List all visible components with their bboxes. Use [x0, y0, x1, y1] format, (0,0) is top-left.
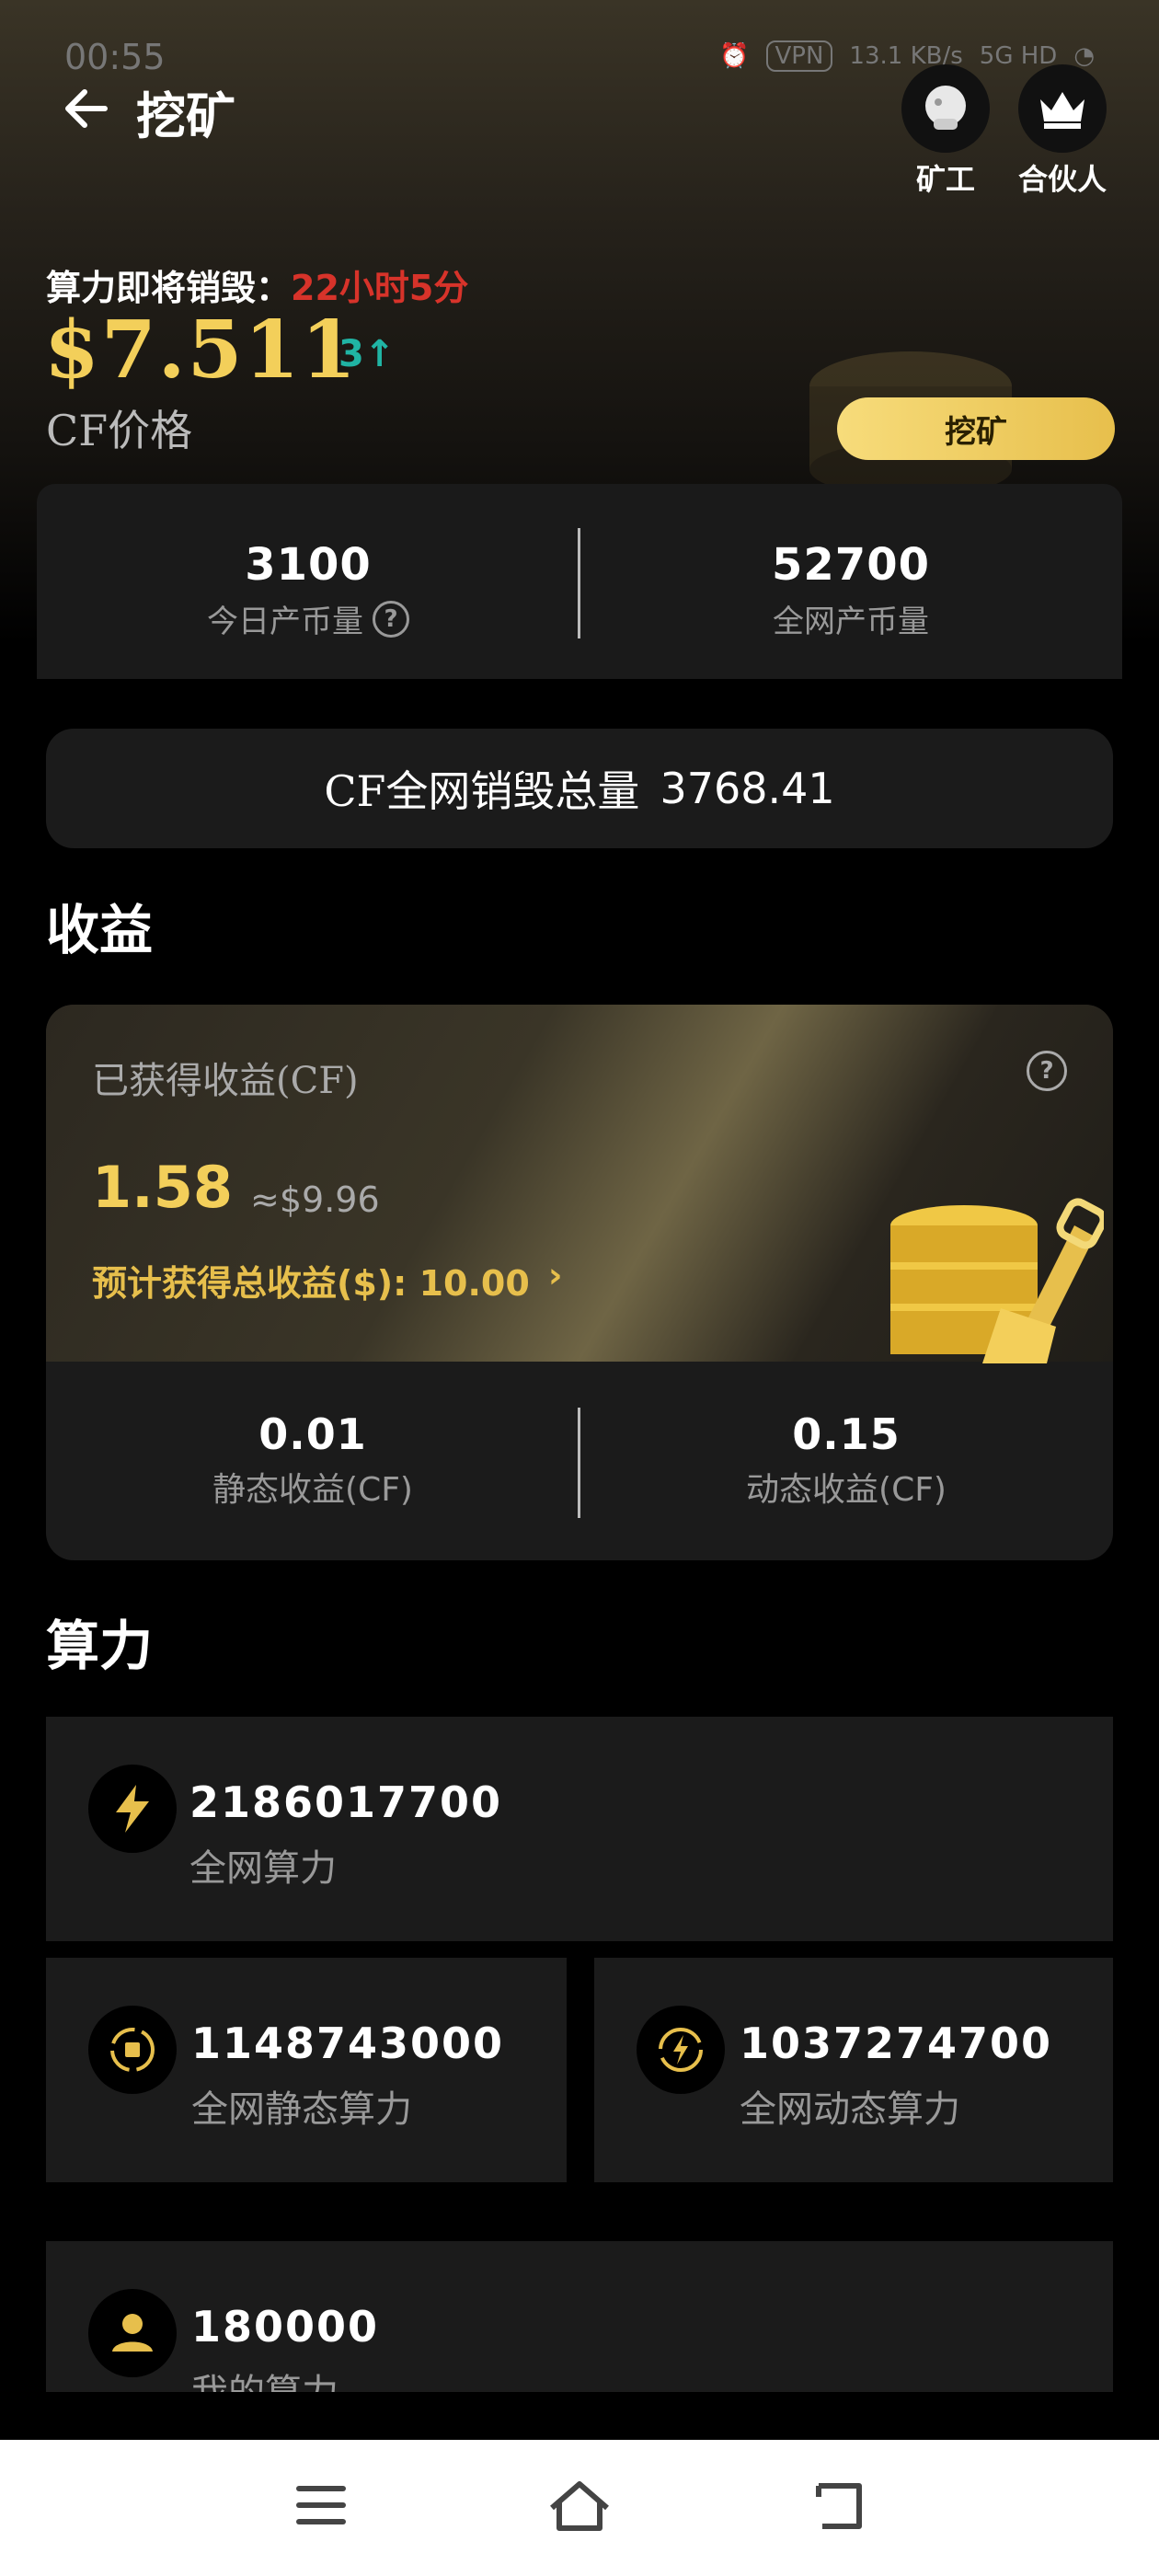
burn-total-label: CF全网销毁总量 — [324, 766, 640, 816]
partner-label: 合伙人 — [1017, 162, 1107, 197]
status-time: 00:55 — [64, 37, 166, 77]
crown-icon — [1018, 64, 1107, 153]
earnings-section-title: 收益 — [46, 899, 154, 961]
power-section-title: 算力 — [46, 1615, 154, 1677]
back-arrow-icon[interactable] — [61, 81, 116, 136]
static-power-label: 全网静态算力 — [191, 2088, 412, 2131]
my-power-label: 我的算力 — [191, 2363, 379, 2392]
miner-avatar-icon — [901, 64, 990, 153]
network-output: 52700 全网产币量 — [580, 539, 1122, 641]
burn-countdown: 算力即将销毁：22小时5分 — [46, 259, 468, 310]
my-power-card: 180000 我的算力 — [46, 2241, 1113, 2392]
total-power-value: 2186017700 — [189, 1777, 503, 1827]
static-earnings-label: 静态收益(CF) — [212, 1471, 413, 1509]
static-power-card: 1148743000 全网静态算力 — [46, 1958, 567, 2182]
system-nav-bar — [0, 2440, 1159, 2576]
partner-button[interactable]: 合伙人 — [1016, 64, 1108, 199]
dynamic-power-icon — [637, 2006, 725, 2094]
today-output-label: 今日产币量 — [207, 604, 363, 640]
menu-icon[interactable] — [293, 2480, 351, 2532]
static-power-value: 1148743000 — [191, 2018, 505, 2068]
cf-price: $7.511 — [44, 304, 359, 397]
network-output-value: 52700 — [772, 539, 930, 591]
dynamic-power-value: 1037274700 — [740, 2018, 1053, 2068]
dynamic-earnings-value: 0.15 — [792, 1409, 901, 1459]
network-output-label: 全网产币量 — [773, 604, 929, 640]
estimated-earnings-text: 预计获得总收益($): 10.00 — [92, 1263, 530, 1304]
earnings-card: 已获得收益(CF) ? 1.58 ≈$9.96 预计获得总收益($): 10.0… — [46, 1005, 1113, 1560]
burn-total-value: 3768.41 — [660, 764, 835, 813]
earned-usd: ≈$9.96 — [250, 1179, 380, 1220]
dynamic-power-label: 全网动态算力 — [740, 2088, 960, 2131]
miner-label: 矿工 — [915, 162, 975, 197]
total-power-card: 2186017700 全网算力 — [46, 1717, 1113, 1941]
help-icon[interactable]: ? — [373, 600, 409, 638]
earned-label: 已获得收益(CF) — [92, 1060, 359, 1102]
lightning-icon — [88, 1765, 177, 1853]
burn-countdown-label: 算力即将销毁： — [46, 268, 292, 308]
static-earnings-value: 0.01 — [258, 1409, 367, 1459]
coin-shovel-icon — [890, 1198, 1104, 1363]
today-output-value: 3100 — [245, 539, 372, 591]
vpn-badge: VPN — [765, 40, 833, 72]
coin-output-card: 3100 今日产币量? 52700 全网产币量 — [37, 484, 1122, 679]
page-title: 挖矿 — [136, 87, 235, 145]
earnings-help-icon[interactable]: ? — [1027, 1051, 1067, 1091]
total-power-label: 全网算力 — [189, 1847, 337, 1890]
dynamic-earnings: 0.15 动态收益(CF) — [580, 1409, 1113, 1511]
cf-price-label: CF价格 — [46, 406, 193, 455]
estimated-earnings-link[interactable]: 预计获得总收益($): 10.00 › — [92, 1255, 562, 1305]
user-icon — [88, 2289, 177, 2377]
mine-button[interactable]: 挖矿 — [837, 397, 1115, 460]
earned-value: 1.58 — [92, 1154, 233, 1221]
alarm-icon: ⏰ — [719, 42, 750, 70]
dynamic-earnings-label: 动态收益(CF) — [746, 1471, 947, 1509]
price-change: 3↑ — [339, 333, 396, 375]
home-icon[interactable] — [546, 2477, 613, 2536]
back-nav-icon[interactable] — [809, 2478, 868, 2534]
dynamic-power-card: 1037274700 全网动态算力 — [594, 1958, 1113, 2182]
my-power-value: 180000 — [191, 2302, 380, 2352]
static-earnings: 0.01 静态收益(CF) — [46, 1409, 580, 1511]
burn-countdown-time: 22小时5分 — [291, 268, 469, 308]
chevron-right-icon: › — [547, 1255, 563, 1295]
miner-button[interactable]: 矿工 — [900, 64, 992, 199]
static-power-icon — [88, 2006, 177, 2094]
today-output: 3100 今日产币量? — [37, 539, 580, 641]
burn-total-banner: CF全网销毁总量 3768.41 — [46, 729, 1113, 848]
